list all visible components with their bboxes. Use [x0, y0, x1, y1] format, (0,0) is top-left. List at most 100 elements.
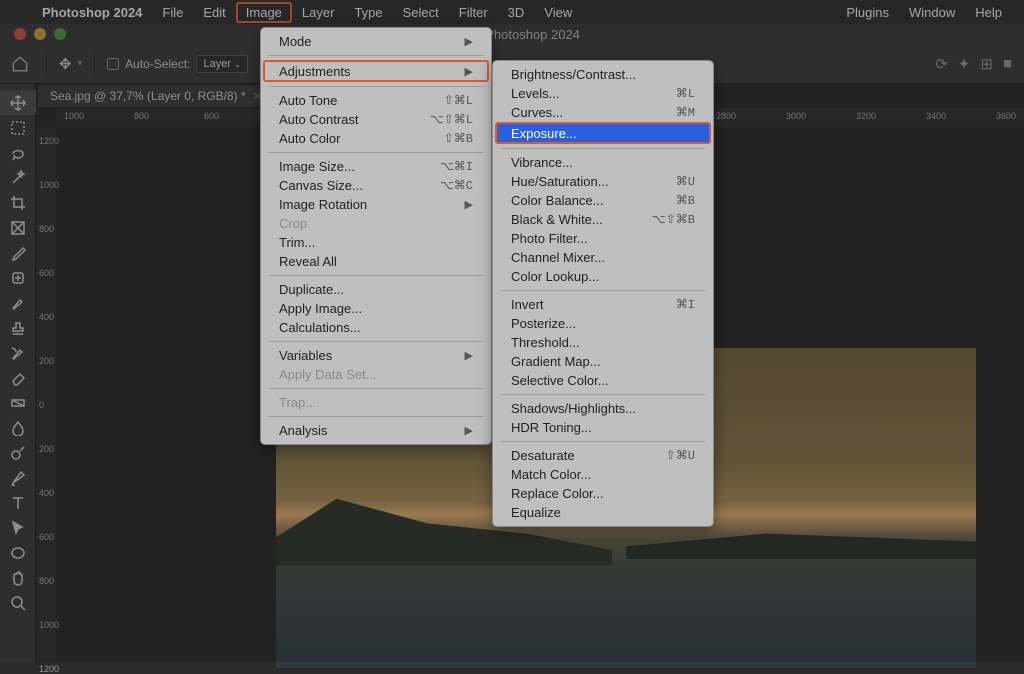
menu-item-label: Match Color... [511, 467, 591, 482]
menu-item-levels[interactable]: Levels...⌘L [493, 84, 713, 103]
menu-item-label: Black & White... [511, 212, 603, 227]
tool-path-select[interactable] [0, 515, 36, 540]
menu-item-invert[interactable]: Invert⌘I [493, 295, 713, 314]
camera-icon[interactable]: ■ [1003, 55, 1012, 73]
refresh-icon[interactable]: ⟳ [935, 55, 948, 73]
move-tool-icon[interactable]: ✥ [59, 55, 72, 73]
menubar-item-image[interactable]: Image [236, 2, 292, 23]
tool-pen[interactable] [0, 465, 36, 490]
menu-item-brightness-contrast[interactable]: Brightness/Contrast... [493, 65, 713, 84]
auto-select-checkbox[interactable] [107, 58, 119, 70]
tools-panel [0, 84, 36, 662]
menu-item-shadows-highlights[interactable]: Shadows/Highlights... [493, 399, 713, 418]
menu-item-canvas-size[interactable]: Canvas Size...⌥⌘C [261, 176, 491, 195]
tool-ellipse[interactable] [0, 540, 36, 565]
tool-brush[interactable] [0, 290, 36, 315]
menu-item-equalize[interactable]: Equalize [493, 503, 713, 522]
menu-item-mode[interactable]: Mode▶ [261, 32, 491, 51]
menu-item-label: Color Lookup... [511, 269, 599, 284]
menu-item-apply-image[interactable]: Apply Image... [261, 299, 491, 318]
menu-item-threshold[interactable]: Threshold... [493, 333, 713, 352]
menu-item-analysis[interactable]: Analysis▶ [261, 421, 491, 440]
tool-frame[interactable] [0, 215, 36, 240]
menubar-item-filter[interactable]: Filter [449, 2, 498, 23]
menu-item-curves[interactable]: Curves...⌘M [493, 103, 713, 122]
menu-item-desaturate[interactable]: Desaturate⇧⌘U [493, 446, 713, 465]
menu-item-label: Apply Image... [279, 301, 362, 316]
options-right-icons: ⟳ ✦ ⊞ ■ [935, 55, 1024, 73]
app-name[interactable]: Photoshop 2024 [32, 2, 152, 23]
chevron-right-icon: ▶ [465, 349, 473, 362]
menu-item-posterize[interactable]: Posterize... [493, 314, 713, 333]
menu-item-hdr-toning[interactable]: HDR Toning... [493, 418, 713, 437]
menu-item-color-lookup[interactable]: Color Lookup... [493, 267, 713, 286]
menu-item-trim[interactable]: Trim... [261, 233, 491, 252]
menubar-item-window[interactable]: Window [899, 2, 965, 23]
tool-marquee[interactable] [0, 115, 36, 140]
menu-item-auto-contrast[interactable]: Auto Contrast⌥⇧⌘L [261, 110, 491, 129]
menubar-item-edit[interactable]: Edit [193, 2, 235, 23]
tool-magic-wand[interactable] [0, 165, 36, 190]
menu-item-adjustments[interactable]: Adjustments▶ [263, 60, 489, 82]
menu-item-vibrance[interactable]: Vibrance... [493, 153, 713, 172]
tool-blur[interactable] [0, 415, 36, 440]
menu-item-label: Shadows/Highlights... [511, 401, 636, 416]
menubar-item-3d[interactable]: 3D [498, 2, 535, 23]
tool-hand[interactable] [0, 565, 36, 590]
menu-item-selective-color[interactable]: Selective Color... [493, 371, 713, 390]
menu-item-match-color[interactable]: Match Color... [493, 465, 713, 484]
auto-select-dropdown[interactable]: Layer ⌄ [196, 55, 247, 73]
3d-mode-icon[interactable]: ✦ [958, 55, 971, 73]
menu-item-calculations[interactable]: Calculations... [261, 318, 491, 337]
menu-item-label: Threshold... [511, 335, 580, 350]
menubar-item-plugins[interactable]: Plugins [836, 2, 899, 23]
menubar-item-help[interactable]: Help [965, 2, 1012, 23]
tool-eraser[interactable] [0, 365, 36, 390]
document-tab[interactable]: Sea.jpg @ 37,7% (Layer 0, RGB/8) * × [38, 85, 273, 107]
menu-item-image-rotation[interactable]: Image Rotation▶ [261, 195, 491, 214]
menubar-item-layer[interactable]: Layer [292, 2, 345, 23]
tool-eyedropper[interactable] [0, 240, 36, 265]
tool-healing[interactable] [0, 265, 36, 290]
menu-item-label: Adjustments [279, 64, 351, 79]
chevron-right-icon: ▶ [465, 424, 473, 437]
tool-stamp[interactable] [0, 315, 36, 340]
tool-move[interactable] [0, 90, 36, 115]
menu-item-image-size[interactable]: Image Size...⌥⌘I [261, 157, 491, 176]
menu-item-channel-mixer[interactable]: Channel Mixer... [493, 248, 713, 267]
apple-icon[interactable] [12, 9, 32, 15]
image-menu: Mode▶Adjustments▶Auto Tone⇧⌘LAuto Contra… [260, 27, 492, 445]
tool-crop[interactable] [0, 190, 36, 215]
home-icon[interactable] [6, 50, 34, 78]
menu-item-variables[interactable]: Variables▶ [261, 346, 491, 365]
menu-item-label: Mode [279, 34, 312, 49]
menubar-item-type[interactable]: Type [344, 2, 392, 23]
menu-item-black-white[interactable]: Black & White... ⌥⇧⌘B [493, 210, 713, 229]
tool-zoom[interactable] [0, 590, 36, 615]
menubar-item-file[interactable]: File [152, 2, 193, 23]
menu-item-reveal-all[interactable]: Reveal All [261, 252, 491, 271]
menu-item-gradient-map[interactable]: Gradient Map... [493, 352, 713, 371]
menu-item-auto-tone[interactable]: Auto Tone⇧⌘L [261, 91, 491, 110]
tool-lasso[interactable] [0, 140, 36, 165]
align-icon[interactable]: ⊞ [980, 55, 993, 73]
menubar-item-view[interactable]: View [534, 2, 582, 23]
menu-item-auto-color[interactable]: Auto Color⇧⌘B [261, 129, 491, 148]
menu-item-photo-filter[interactable]: Photo Filter... [493, 229, 713, 248]
menu-item-duplicate[interactable]: Duplicate... [261, 280, 491, 299]
tool-dodge[interactable] [0, 440, 36, 465]
tool-history-brush[interactable] [0, 340, 36, 365]
shortcut-label: ⌥⌘C [440, 178, 473, 193]
tool-gradient[interactable] [0, 390, 36, 415]
adjustments-submenu: Brightness/Contrast...Levels...⌘LCurves.… [492, 60, 714, 527]
tool-type[interactable] [0, 490, 36, 515]
menu-item-hue-saturation[interactable]: Hue/Saturation...⌘U [493, 172, 713, 191]
menu-item-replace-color[interactable]: Replace Color... [493, 484, 713, 503]
menu-item-exposure[interactable]: Exposure... [495, 122, 711, 144]
shortcut-label: ⌥⇧⌘B [652, 212, 695, 227]
menu-item-color-balance[interactable]: Color Balance...⌘B [493, 191, 713, 210]
window-title: Adobe Photoshop 2024 [0, 27, 1024, 42]
menubar-item-select[interactable]: Select [393, 2, 449, 23]
menu-item-trap: Trap... [261, 393, 491, 412]
menu-item-label: Replace Color... [511, 486, 604, 501]
